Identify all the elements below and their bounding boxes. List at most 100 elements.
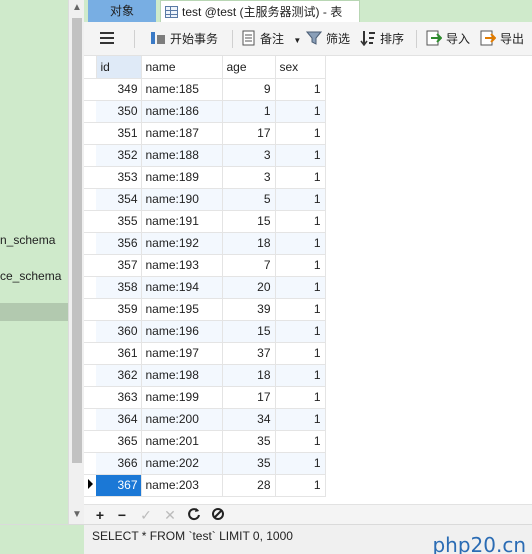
begin-transaction-button[interactable]: 开始事务 — [150, 30, 218, 48]
cell-name[interactable]: name:192 — [141, 232, 223, 255]
cell-name[interactable]: name:202 — [141, 452, 223, 475]
cell-sex[interactable]: 1 — [275, 232, 326, 255]
cell-age[interactable]: 35 — [222, 452, 276, 475]
cell-sex[interactable]: 1 — [275, 78, 326, 101]
dropdown-arrow-icon[interactable]: ▼ — [293, 36, 301, 45]
cell-name[interactable]: name:194 — [141, 276, 223, 299]
cell-id[interactable]: 350 — [96, 100, 142, 123]
table-row[interactable]: 359 name:195 39 1 — [84, 298, 326, 321]
cell-id[interactable]: 356 — [96, 232, 142, 255]
cell-sex[interactable]: 1 — [275, 430, 326, 453]
cell-age[interactable]: 3 — [222, 144, 276, 167]
table-row[interactable]: 356 name:192 18 1 — [84, 232, 326, 255]
cell-id[interactable]: 361 — [96, 342, 142, 365]
cell-age[interactable]: 17 — [222, 386, 276, 409]
cell-id[interactable]: 365 — [96, 430, 142, 453]
cell-sex[interactable]: 1 — [275, 122, 326, 145]
cell-name[interactable]: name:195 — [141, 298, 223, 321]
nav-item-schema-1[interactable]: n_schema — [0, 231, 68, 249]
table-row[interactable]: 354 name:190 5 1 — [84, 188, 326, 211]
nav-item-selected[interactable] — [0, 303, 68, 321]
cell-name[interactable]: name:189 — [141, 166, 223, 189]
nav-scrollbar[interactable]: ▲ ▼ — [68, 0, 84, 524]
cell-age[interactable]: 34 — [222, 408, 276, 431]
cell-name[interactable]: name:193 — [141, 254, 223, 277]
column-header-name[interactable]: name — [141, 56, 223, 79]
cell-id[interactable]: 366 — [96, 452, 142, 475]
table-row[interactable]: 349 name:185 9 1 — [84, 78, 326, 101]
table-row[interactable]: 363 name:199 17 1 — [84, 386, 326, 409]
table-row[interactable]: 355 name:191 15 1 — [84, 210, 326, 233]
table-row[interactable]: 364 name:200 34 1 — [84, 408, 326, 431]
export-button[interactable]: 导出 — [480, 30, 524, 48]
cell-sex[interactable]: 1 — [275, 144, 326, 167]
cell-name[interactable]: name:188 — [141, 144, 223, 167]
cell-age[interactable]: 9 — [222, 78, 276, 101]
table-row[interactable]: 362 name:198 18 1 — [84, 364, 326, 387]
cell-id[interactable]: 360 — [96, 320, 142, 343]
cell-sex[interactable]: 1 — [275, 100, 326, 123]
column-header-age[interactable]: age — [222, 56, 276, 79]
scroll-down-arrow-icon[interactable]: ▼ — [69, 507, 85, 523]
cell-id[interactable]: 349 — [96, 78, 142, 101]
table-row[interactable]: 358 name:194 20 1 — [84, 276, 326, 299]
cell-sex[interactable]: 1 — [275, 188, 326, 211]
cell-id[interactable]: 364 — [96, 408, 142, 431]
cell-id[interactable]: 367 — [96, 474, 142, 497]
cell-name[interactable]: name:190 — [141, 188, 223, 211]
cell-id[interactable]: 354 — [96, 188, 142, 211]
cell-age[interactable]: 7 — [222, 254, 276, 277]
cell-age[interactable]: 20 — [222, 276, 276, 299]
nav-item-schema-2[interactable]: ce_schema — [0, 267, 68, 285]
cell-name[interactable]: name:187 — [141, 122, 223, 145]
note-button[interactable]: 备注 ▼ — [242, 30, 301, 48]
cell-age[interactable]: 15 — [222, 210, 276, 233]
cell-sex[interactable]: 1 — [275, 166, 326, 189]
discard-changes-button[interactable]: ✕ — [162, 507, 178, 523]
table-row[interactable]: 360 name:196 15 1 — [84, 320, 326, 343]
sort-button[interactable]: 排序 — [360, 30, 404, 48]
tab-table-test[interactable]: test @test (主服务器测试) - 表 — [160, 0, 360, 22]
cell-id[interactable]: 357 — [96, 254, 142, 277]
cell-name[interactable]: name:199 — [141, 386, 223, 409]
apply-changes-button[interactable]: ✓ — [138, 507, 154, 523]
cell-age[interactable]: 17 — [222, 122, 276, 145]
cell-sex[interactable]: 1 — [275, 408, 326, 431]
cell-sex[interactable]: 1 — [275, 364, 326, 387]
table-row[interactable]: 366 name:202 35 1 — [84, 452, 326, 475]
cell-id[interactable]: 352 — [96, 144, 142, 167]
cell-age[interactable]: 37 — [222, 342, 276, 365]
cell-sex[interactable]: 1 — [275, 254, 326, 277]
table-row[interactable]: 367 name:203 28 1 — [84, 474, 326, 497]
cell-sex[interactable]: 1 — [275, 298, 326, 321]
table-row[interactable]: 365 name:201 35 1 — [84, 430, 326, 453]
cell-name[interactable]: name:185 — [141, 78, 223, 101]
column-header-id[interactable]: id — [96, 56, 142, 79]
cell-age[interactable]: 35 — [222, 430, 276, 453]
cell-sex[interactable]: 1 — [275, 320, 326, 343]
cell-id[interactable]: 363 — [96, 386, 142, 409]
scroll-up-arrow-icon[interactable]: ▲ — [69, 0, 85, 16]
cell-name[interactable]: name:203 — [141, 474, 223, 497]
menu-button[interactable] — [100, 32, 114, 50]
cell-name[interactable]: name:196 — [141, 320, 223, 343]
cell-sex[interactable]: 1 — [275, 342, 326, 365]
table-row[interactable]: 357 name:193 7 1 — [84, 254, 326, 277]
cell-age[interactable]: 18 — [222, 232, 276, 255]
filter-button[interactable]: 筛选 — [306, 30, 350, 48]
scrollbar-thumb[interactable] — [72, 18, 82, 463]
cell-sex[interactable]: 1 — [275, 276, 326, 299]
refresh-button[interactable] — [186, 507, 202, 523]
cell-id[interactable]: 355 — [96, 210, 142, 233]
cell-id[interactable]: 351 — [96, 122, 142, 145]
cell-name[interactable]: name:191 — [141, 210, 223, 233]
cell-age[interactable]: 1 — [222, 100, 276, 123]
table-row[interactable]: 361 name:197 37 1 — [84, 342, 326, 365]
cell-name[interactable]: name:201 — [141, 430, 223, 453]
cell-age[interactable]: 39 — [222, 298, 276, 321]
cell-name[interactable]: name:186 — [141, 100, 223, 123]
stop-button[interactable] — [210, 507, 226, 523]
cell-id[interactable]: 362 — [96, 364, 142, 387]
delete-record-button[interactable]: − — [114, 507, 130, 523]
cell-id[interactable]: 353 — [96, 166, 142, 189]
